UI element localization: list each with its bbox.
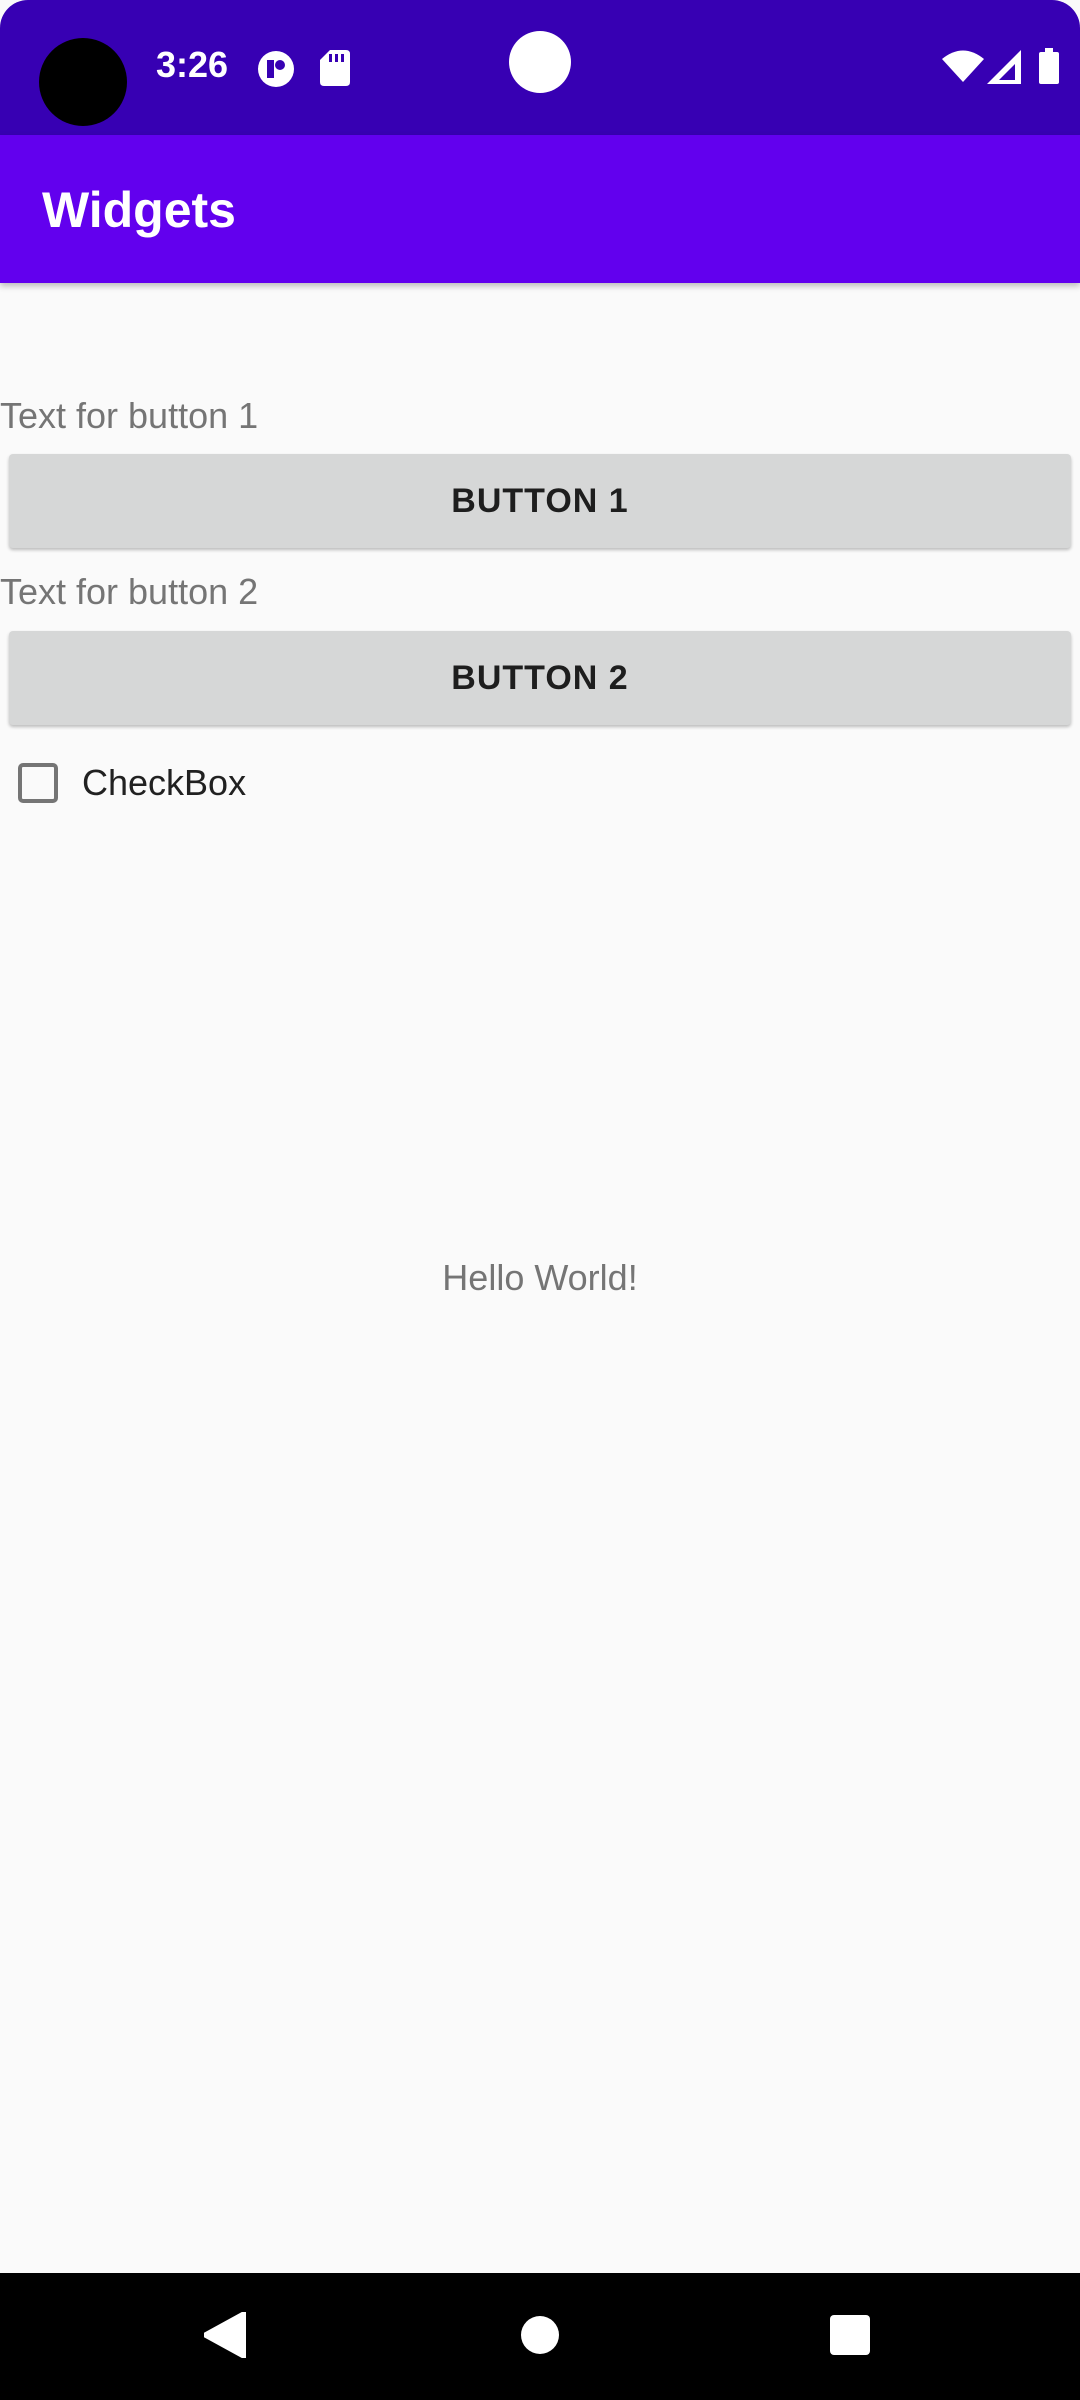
status-bar: 3:26	[0, 0, 1080, 135]
battery-icon	[1039, 48, 1059, 89]
wifi-icon	[942, 50, 984, 87]
button1-caption: Text for button 1	[0, 395, 259, 436]
app-title: Widgets	[42, 182, 236, 238]
status-time: 3:26	[156, 44, 229, 85]
hello-world-text: Hello World!	[442, 1257, 638, 1298]
checkbox[interactable]: CheckBox	[18, 758, 246, 808]
back-icon[interactable]	[202, 2310, 248, 2363]
front-camera-dot	[509, 31, 571, 93]
checkbox-label[interactable]: CheckBox	[82, 762, 246, 804]
recents-icon[interactable]	[830, 2315, 870, 2360]
camera-cutout	[39, 38, 127, 126]
notification-app-icon	[257, 50, 295, 93]
checkbox-box[interactable]	[18, 763, 58, 803]
button2-caption: Text for button 2	[0, 571, 259, 612]
app-bar: Widgets	[0, 135, 1080, 283]
cell-signal-icon	[987, 50, 1021, 89]
button-1[interactable]: BUTTON 1	[9, 454, 1071, 548]
button-2[interactable]: BUTTON 2	[9, 631, 1071, 725]
sd-card-icon	[320, 50, 350, 91]
navigation-bar	[0, 2273, 1080, 2400]
home-icon[interactable]	[520, 2315, 560, 2360]
